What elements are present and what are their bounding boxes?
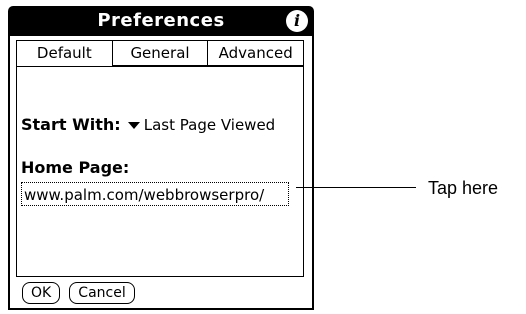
home-page-label: Home Page: (21, 158, 130, 177)
callout-label: Tap here (428, 178, 499, 198)
dialog-body: Default General Advanced Start With: Las… (8, 36, 314, 310)
info-icon[interactable]: i (286, 10, 308, 32)
dialog-title: Preferences (97, 10, 225, 31)
tab-bar: Default General Advanced (16, 40, 304, 67)
tab-default[interactable]: Default (17, 41, 112, 66)
start-with-value: Last Page Viewed (143, 116, 276, 134)
ok-button[interactable]: OK (22, 282, 61, 304)
title-bar: Preferences i (8, 6, 314, 36)
tab-panel-default: Start With: Last Page Viewed Home Page: … (16, 64, 304, 277)
start-with-picker[interactable]: Last Page Viewed (126, 114, 275, 136)
callout-line (296, 187, 416, 188)
start-with-row: Start With: Last Page Viewed (21, 114, 275, 136)
tab-general[interactable]: General (111, 41, 208, 66)
home-page-field[interactable]: www.palm.com/webbrowserpro/ (21, 182, 289, 206)
button-row: OK Cancel (22, 282, 139, 304)
start-with-label: Start With: (21, 115, 121, 134)
cancel-button[interactable]: Cancel (69, 282, 135, 304)
triangle-down-icon (127, 121, 140, 129)
preferences-dialog: Preferences i Default General Advanced S… (8, 6, 314, 310)
tab-advanced[interactable]: Advanced (207, 41, 304, 66)
